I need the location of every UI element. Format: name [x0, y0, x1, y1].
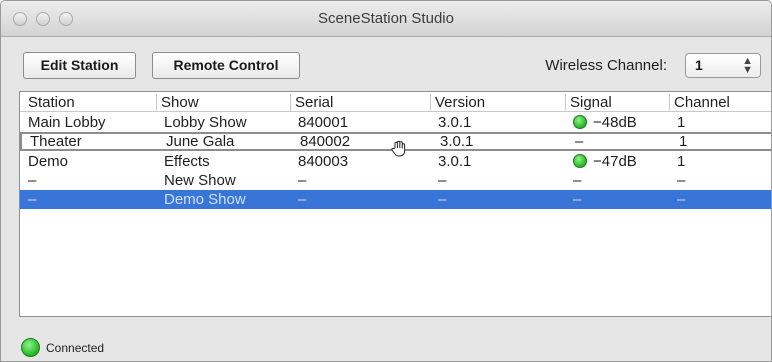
serial-cell: – — [298, 172, 307, 189]
version-cell: – — [438, 191, 447, 208]
signal-cell: −47dB — [569, 153, 637, 170]
column-header-channel[interactable]: Channel — [669, 94, 730, 112]
signal-cell: – — [573, 191, 582, 208]
column-header-signal[interactable]: Signal — [565, 94, 612, 112]
table-row[interactable]: Main Lobby Lobby Show 840001 3.0.1 −48dB… — [20, 113, 771, 132]
serial-cell: 840002 — [300, 133, 351, 150]
column-header-station[interactable]: Station — [24, 94, 75, 112]
wireless-channel-select[interactable]: 1 ▲ ▼ — [685, 53, 761, 78]
channel-cell: 1 — [677, 153, 686, 170]
version-cell: 3.0.1 — [438, 114, 472, 131]
signal-cell: – — [573, 172, 582, 189]
stepper-arrows-icon: ▲ ▼ — [742, 55, 753, 76]
channel-cell: 1 — [677, 114, 686, 131]
station-cell: Theater — [30, 133, 82, 150]
version-cell: 3.0.1 — [440, 133, 474, 150]
signal-value: −48dB — [593, 114, 637, 131]
show-cell: Lobby Show — [164, 114, 247, 131]
signal-ok-icon — [573, 115, 587, 129]
station-cell: Main Lobby — [28, 114, 106, 131]
serial-cell: 840001 — [298, 114, 349, 131]
connection-status-text: Connected — [46, 341, 105, 355]
signal-cell: −48dB — [569, 114, 637, 131]
wireless-channel-value: 1 — [695, 57, 703, 73]
channel-cell: – — [677, 191, 686, 208]
signal-value: −47dB — [593, 153, 637, 170]
app-window: SceneStation Studio Edit Station Remote … — [0, 0, 772, 362]
stations-table[interactable]: Station Show Serial Version Signal Chann… — [19, 91, 771, 317]
channel-cell: – — [677, 172, 686, 189]
version-cell: 3.0.1 — [438, 153, 472, 170]
serial-cell: – — [298, 191, 307, 208]
show-cell: Demo Show — [164, 191, 246, 208]
hand-cursor-icon — [391, 140, 406, 157]
connected-status-icon — [21, 338, 40, 357]
station-cell: – — [28, 172, 37, 189]
station-cell: – — [28, 191, 37, 208]
column-header-version[interactable]: Version — [430, 94, 485, 112]
table-header: Station Show Serial Version Signal Chann… — [20, 92, 771, 112]
show-cell: June Gala — [166, 133, 235, 150]
show-cell: Effects — [164, 153, 210, 170]
signal-cell: – — [575, 133, 584, 150]
channel-cell: 1 — [679, 133, 688, 150]
serial-cell: 840003 — [298, 153, 349, 170]
column-header-show[interactable]: Show — [156, 94, 199, 112]
toolbar: Edit Station Remote Control Wireless Cha… — [1, 37, 771, 87]
show-cell: New Show — [164, 172, 236, 189]
signal-ok-icon — [573, 154, 587, 168]
table-row[interactable]: – New Show – – – – — [20, 171, 771, 190]
wireless-channel-label: Wireless Channel: — [545, 57, 667, 74]
edit-station-button[interactable]: Edit Station — [23, 52, 136, 79]
table-row-selected[interactable]: – Demo Show – – – – — [20, 190, 771, 209]
column-header-serial[interactable]: Serial — [290, 94, 333, 112]
remote-control-button[interactable]: Remote Control — [152, 52, 300, 79]
title-bar: SceneStation Studio — [1, 1, 771, 37]
window-title: SceneStation Studio — [318, 10, 454, 27]
version-cell: – — [438, 172, 447, 189]
station-cell: Demo — [28, 153, 69, 170]
